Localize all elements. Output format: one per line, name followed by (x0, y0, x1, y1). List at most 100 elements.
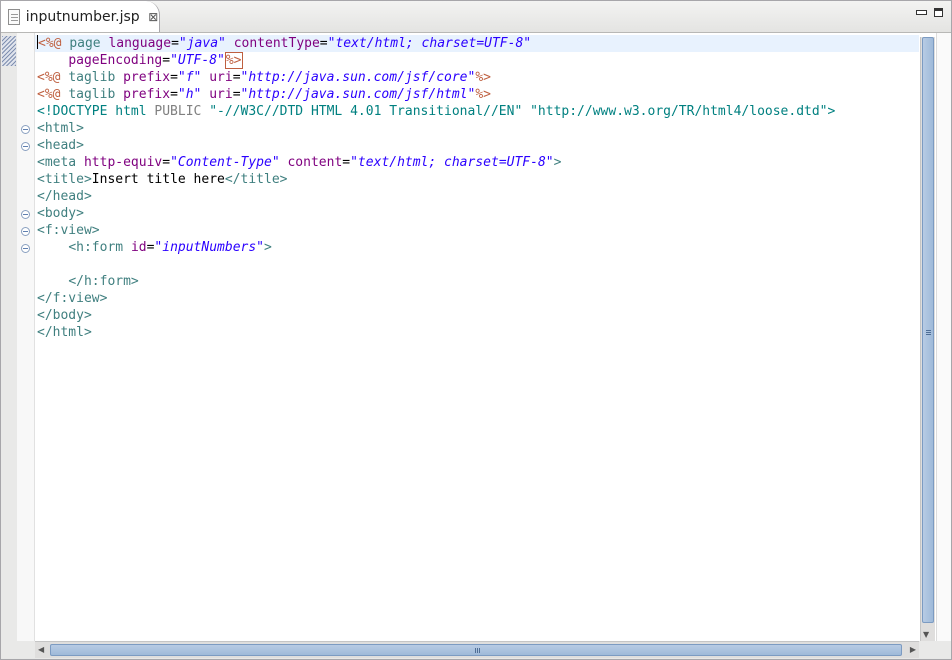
code-line[interactable]: <%@ taglib prefix="h" uri="http://java.s… (37, 86, 835, 103)
code-token: "inputNumbers" (154, 240, 264, 255)
code-token: <head> (37, 138, 84, 153)
scroll-left-icon[interactable]: ◀ (38, 645, 44, 654)
code-token: %> (475, 70, 491, 85)
code-line[interactable]: <%@ taglib prefix="f" uri="http://java.s… (37, 69, 835, 86)
code-token: uri (209, 70, 233, 85)
code-line[interactable]: </h:form> (37, 273, 835, 290)
code-token: language (108, 36, 172, 51)
code-token: <body> (37, 206, 84, 221)
code-token: <%@ (37, 70, 69, 85)
horizontal-scroll-thumb[interactable] (50, 644, 902, 656)
editor-window: inputnumber.jsp ⊠ <%@ page language="jav… (0, 0, 952, 660)
code-line[interactable]: <html> (37, 120, 835, 137)
code-line[interactable]: </body> (37, 307, 835, 324)
code-editor[interactable]: <%@ page language="java" contentType="te… (1, 33, 951, 641)
code-token: </h:form> (68, 274, 139, 289)
code-line[interactable]: <body> (37, 205, 835, 222)
code-token: <!DOCTYPE html (37, 104, 155, 119)
code-token: "text/html; charset=UTF-8" (327, 36, 532, 51)
code-line[interactable]: <head> (37, 137, 835, 154)
code-token: Insert title here (91, 172, 225, 187)
code-token: <html> (37, 121, 84, 136)
code-line[interactable]: </head> (37, 188, 835, 205)
editor-tab-bar: inputnumber.jsp ⊠ (1, 1, 951, 33)
code-token: </html> (37, 325, 92, 340)
close-icon[interactable]: ⊠ (148, 10, 159, 24)
grip-icon (926, 330, 931, 331)
vertical-scroll-thumb[interactable] (922, 37, 934, 623)
code-token: = (162, 53, 171, 68)
code-token: page (69, 36, 109, 51)
code-line[interactable] (37, 256, 835, 273)
code-token: = (171, 36, 179, 51)
grip-icon (475, 648, 476, 653)
code-token: "http://java.sun.com/jsf/html" (240, 87, 476, 102)
scroll-down-icon[interactable]: ▼ (923, 630, 929, 639)
code-text-area[interactable]: <%@ page language="java" contentType="te… (35, 33, 919, 641)
annotation-ruler (1, 33, 17, 641)
code-token: = (342, 155, 351, 170)
fold-toggle-icon[interactable] (21, 244, 30, 253)
scrollbar-corner (919, 641, 951, 658)
code-line[interactable]: <!DOCTYPE html PUBLIC "-//W3C//DTD HTML … (37, 103, 835, 120)
code-token: PUBLIC (154, 104, 210, 119)
code-token: "Content-Type" (170, 155, 280, 170)
code-token: <h:form (68, 240, 131, 255)
code-token: %> (475, 87, 491, 102)
code-token: "-//W3C//DTD HTML 4.01 Transitional//EN"… (209, 104, 836, 119)
vertical-scrollbar[interactable]: ▼ (920, 37, 935, 641)
maximize-button[interactable] (933, 7, 945, 19)
code-token: </head> (37, 189, 92, 204)
code-token: id (130, 240, 147, 255)
code-line[interactable]: </f:view> (37, 290, 835, 307)
code-token: prefix (123, 70, 171, 85)
code-token: > (264, 240, 272, 255)
code-token: %> (224, 52, 243, 69)
code-line[interactable]: <meta http-equiv="Content-Type" content=… (37, 154, 835, 171)
code-line[interactable]: <h:form id="inputNumbers"> (37, 239, 835, 256)
code-token: taglib (68, 87, 124, 102)
code-token: contentType (233, 36, 320, 51)
code-token: </title> (224, 172, 288, 187)
code-token: http-equiv (83, 155, 163, 170)
code-token: "f" (177, 70, 202, 85)
code-token: <title> (37, 172, 92, 187)
jsp-file-icon (8, 8, 20, 25)
code-token: = (232, 70, 241, 85)
tab-inputnumber-jsp[interactable]: inputnumber.jsp ⊠ (1, 1, 160, 32)
scroll-right-icon[interactable]: ▶ (910, 645, 916, 654)
code-token: = (232, 87, 241, 102)
fold-toggle-icon[interactable] (21, 142, 30, 151)
code-token: "UTF-8" (170, 53, 225, 68)
minimize-button[interactable] (915, 7, 927, 19)
fold-toggle-icon[interactable] (21, 210, 30, 219)
ruler-footer (1, 641, 35, 658)
tab-title: inputnumber.jsp (25, 8, 140, 25)
source-code[interactable]: <%@ page language="java" contentType="te… (37, 35, 835, 341)
overview-ruler[interactable] (936, 33, 951, 641)
code-line[interactable]: <title>Insert title here</title> (37, 171, 835, 188)
code-line[interactable]: <f:view> (37, 222, 835, 239)
code-token: <%@ (37, 87, 69, 102)
window-controls (915, 7, 945, 19)
horizontal-scrollbar[interactable]: ◀ ▶ (35, 641, 919, 658)
code-token: = (319, 36, 328, 51)
fold-toggle-icon[interactable] (21, 227, 30, 236)
code-token: <meta (37, 155, 84, 170)
code-line[interactable]: </html> (37, 324, 835, 341)
code-token: taglib (68, 70, 124, 85)
code-token: <%@ (38, 36, 70, 51)
code-line[interactable]: <%@ page language="java" contentType="te… (37, 35, 835, 52)
code-token: <f:view> (37, 223, 100, 238)
code-token: = (170, 70, 178, 85)
fold-toggle-icon[interactable] (21, 125, 30, 134)
folding-column (17, 33, 35, 641)
code-token: content (287, 155, 343, 170)
code-token: pageEncoding (68, 53, 163, 68)
code-token: "h" (177, 87, 202, 102)
code-token: "java" (178, 36, 226, 51)
code-line[interactable]: pageEncoding="UTF-8"%> (37, 52, 835, 69)
